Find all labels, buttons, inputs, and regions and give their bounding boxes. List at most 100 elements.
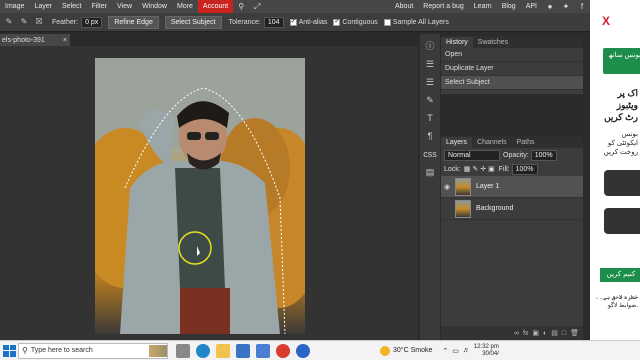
paragraph-icon[interactable]: ¶ <box>422 128 438 144</box>
css-icon[interactable]: css <box>422 146 438 162</box>
properties-icon[interactable]: ☰ <box>422 56 438 72</box>
effects-icon[interactable]: fx <box>523 330 528 337</box>
twitter-icon[interactable]: ✦ <box>561 2 571 12</box>
lock-position-icon[interactable]: ✛ <box>480 165 486 173</box>
add-selection-icon[interactable]: ✎ <box>18 16 30 28</box>
opacity-label: Opacity: <box>503 151 529 159</box>
tab-layers[interactable]: Layers <box>441 137 473 148</box>
text-icon[interactable]: T <box>422 110 438 126</box>
taskbar-clock[interactable]: 12:32 pm 30/04/ <box>474 344 499 358</box>
tab-history[interactable]: History <box>441 37 473 48</box>
search-placeholder: Type here to search <box>30 347 93 354</box>
chevron-up-icon[interactable]: ⌃ <box>442 347 448 355</box>
fill-input[interactable]: 100% <box>511 163 538 175</box>
menu-image[interactable]: Image <box>0 0 29 13</box>
ad-logo: X <box>602 14 611 28</box>
opacity-input[interactable]: 100% <box>530 149 557 161</box>
lock-all-icon[interactable]: ▣ <box>488 165 495 173</box>
document-tab[interactable]: els-photo-391 × <box>0 34 70 46</box>
adjustments-icon[interactable]: ☰ <box>422 74 438 90</box>
trash-icon[interactable]: 🗑 <box>570 329 579 337</box>
canvas-area[interactable] <box>0 46 418 340</box>
blend-mode-select[interactable]: Normal <box>444 149 500 161</box>
weather-sun-icon <box>380 345 390 356</box>
ad-bonus-button[interactable]: بونس ساتھ <box>603 48 640 74</box>
menu-report-bug[interactable]: Report a bug <box>418 0 468 13</box>
menu-filter[interactable]: Filter <box>86 0 112 13</box>
adjustment-layer-icon[interactable]: ◐ <box>543 330 547 337</box>
history-item[interactable]: Select Subject <box>441 76 583 90</box>
tolerance-input[interactable]: 104 <box>263 16 284 28</box>
refine-edge-button[interactable]: Refine Edge <box>108 15 159 29</box>
facebook-icon[interactable]: f <box>577 2 587 12</box>
apple-store-icon[interactable] <box>604 170 640 196</box>
menu-select[interactable]: Select <box>57 0 86 13</box>
contiguous-checkbox[interactable]: ✓ Contiguous <box>333 18 378 26</box>
reddit-icon[interactable]: ● <box>545 2 555 12</box>
taskbar-search-input[interactable]: ⚲ Type here to search <box>18 342 168 359</box>
mask-icon[interactable]: ▣ <box>532 329 539 337</box>
layers-tabs: Layers Channels Paths <box>441 136 583 148</box>
history-item[interactable]: Open <box>441 48 583 62</box>
sample-all-layers-checkbox[interactable]: Sample All Layers <box>383 18 449 26</box>
visibility-eye-icon[interactable]: ◉ <box>441 183 453 191</box>
layer-row[interactable]: Background <box>441 198 583 220</box>
history-item[interactable]: Duplicate Layer <box>441 62 583 76</box>
menu-about[interactable]: About <box>390 0 418 13</box>
feather-input[interactable]: 0 px <box>81 16 103 28</box>
tab-paths[interactable]: Paths <box>512 137 540 148</box>
windows-start-icon[interactable] <box>2 344 16 358</box>
layer-thumbnail <box>455 199 471 218</box>
ad-text: اک پر <box>617 88 638 98</box>
menu-learn[interactable]: Learn <box>469 0 497 13</box>
ad-cta-button[interactable]: کنیم کریں <box>600 268 640 282</box>
link-icon[interactable]: ∞ <box>514 330 519 337</box>
search-icon[interactable]: ⚲ <box>236 2 246 12</box>
app-icon[interactable] <box>296 343 310 358</box>
weather-widget[interactable]: 30°C Smoke <box>380 345 432 356</box>
image-icon[interactable]: ▤ <box>422 164 438 180</box>
edge-icon[interactable] <box>196 343 210 358</box>
task-view-icon[interactable] <box>176 343 190 358</box>
folder-icon[interactable]: ▤ <box>551 329 558 337</box>
tab-channels[interactable]: Channels <box>472 137 512 148</box>
info-icon[interactable]: ⓘ <box>422 38 438 54</box>
lock-label: Lock: <box>444 165 461 173</box>
menu-api[interactable]: API <box>521 0 542 13</box>
fill-label: Fill: <box>498 165 510 173</box>
ad-text: ویٹبوز <box>616 100 638 110</box>
lock-transparency-icon[interactable]: ▦ <box>464 165 471 173</box>
store-icon[interactable] <box>256 343 270 358</box>
menu-view[interactable]: View <box>112 0 137 13</box>
image-canvas[interactable] <box>95 58 305 334</box>
anti-alias-checkbox[interactable]: ✓ Anti-alias <box>289 18 327 26</box>
menu-account[interactable]: Account <box>197 0 234 13</box>
mail-icon[interactable] <box>236 343 250 358</box>
quick-select-icon[interactable]: ✎ <box>3 16 15 28</box>
windows-taskbar: ⚲ Type here to search 30°C Smoke ⌃ ▭ ♬ 1… <box>0 340 640 360</box>
file-explorer-icon[interactable] <box>216 343 230 358</box>
subtract-selection-icon[interactable]: ☒ <box>33 16 45 28</box>
layer-row[interactable]: ◉ Layer 1 <box>441 176 583 198</box>
menu-layer[interactable]: Layer <box>29 0 57 13</box>
layers-panel: Layers Channels Paths Normal Opacity: 10… <box>441 136 583 340</box>
history-panel: History Swatches Open Duplicate Layer Se… <box>441 36 583 94</box>
menu-blog[interactable]: Blog <box>497 0 521 13</box>
menu-window[interactable]: Window <box>137 0 172 13</box>
select-subject-button[interactable]: Select Subject <box>164 15 222 29</box>
taskbar-apps <box>176 343 310 358</box>
menu-more[interactable]: More <box>172 0 198 13</box>
fullscreen-icon[interactable]: ⤢ <box>252 2 262 12</box>
tab-swatches[interactable]: Swatches <box>473 37 513 48</box>
advertisement[interactable]: X بونس ساتھ اک پر ویٹبوز رٹ کریں بونس ای… <box>590 0 640 360</box>
photo-subject <box>95 58 305 334</box>
brush-icon[interactable]: ✎ <box>422 92 438 108</box>
google-play-icon[interactable] <box>604 208 640 234</box>
new-layer-icon[interactable]: □ <box>562 330 566 337</box>
network-icon[interactable]: ▭ <box>452 347 459 355</box>
volume-icon[interactable]: ♬ <box>463 347 470 354</box>
chrome-icon[interactable] <box>276 343 290 358</box>
close-tab-icon[interactable]: × <box>63 37 67 44</box>
lock-pixels-icon[interactable]: ✎ <box>472 165 478 173</box>
clock-date: 30/04/ <box>482 350 499 357</box>
